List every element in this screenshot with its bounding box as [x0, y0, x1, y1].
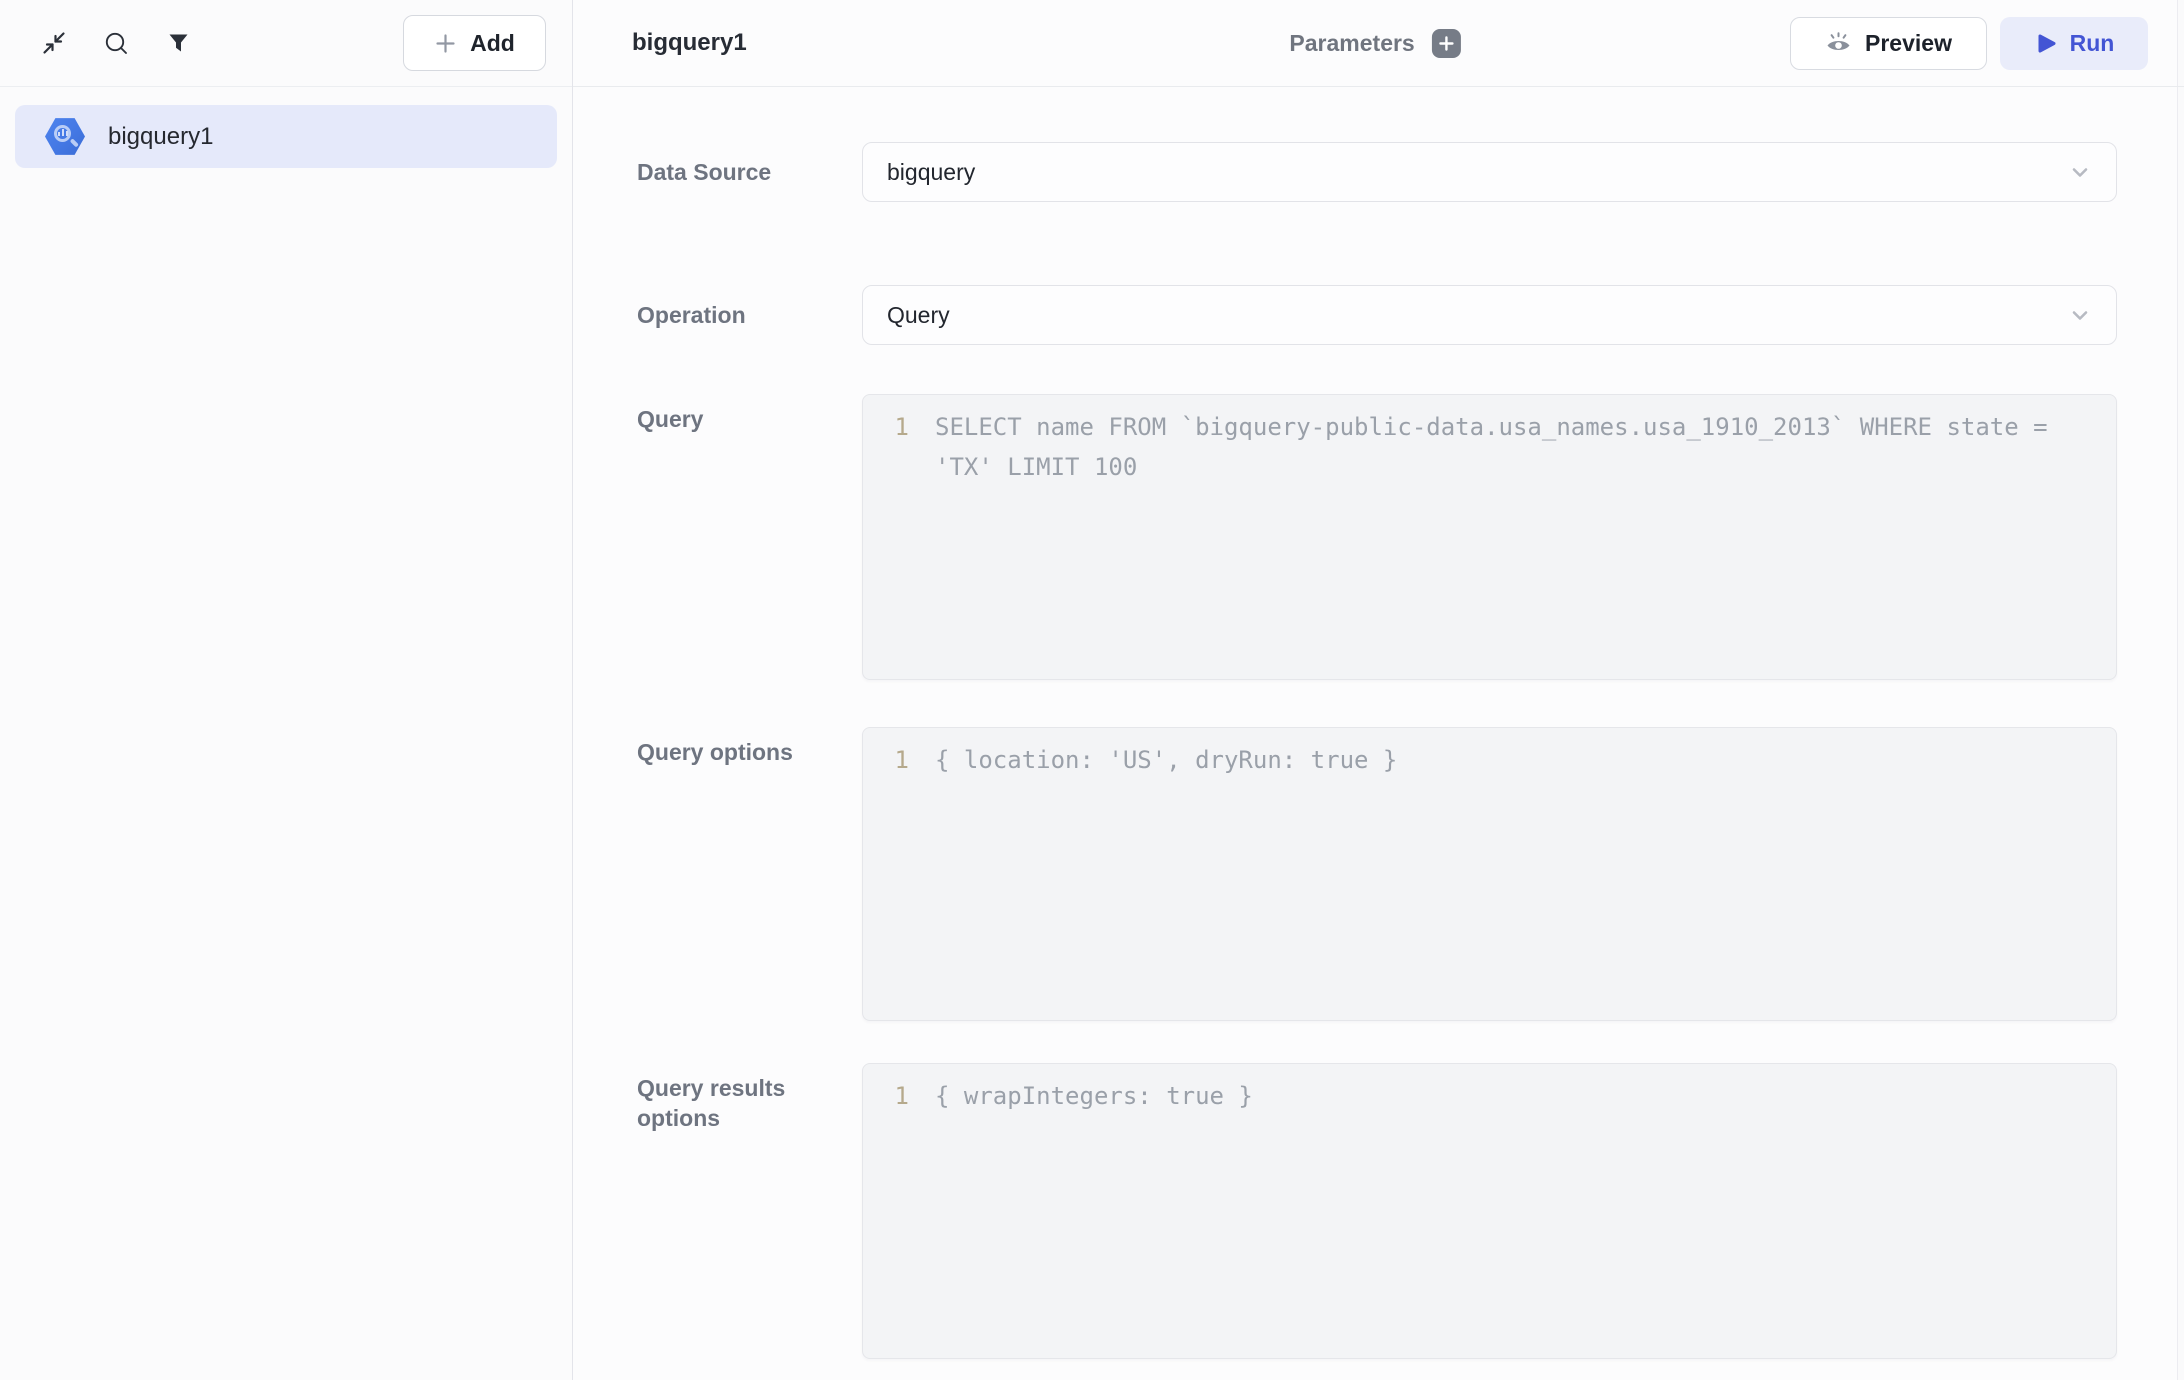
- bigquery-hexagon-magnifier-icon: [45, 117, 85, 156]
- eye-preview-icon: [1825, 30, 1852, 57]
- operation-label: Operation: [637, 300, 862, 330]
- plus-icon: [434, 32, 457, 55]
- query-results-options-label: Query results options: [637, 1063, 862, 1359]
- line-number: 1: [863, 740, 909, 780]
- query-editor-header: bigquery1 Parameters Preview: [573, 0, 2184, 87]
- plus-icon: [1438, 35, 1455, 52]
- query-placeholder: SELECT name FROM `bigquery-public-data.u…: [935, 407, 2092, 487]
- query-options-row: Query options 1 { location: 'US', dryRun…: [637, 727, 2117, 1021]
- query-label: Query: [637, 394, 862, 680]
- query-code-editor[interactable]: 1 SELECT name FROM `bigquery-public-data…: [862, 394, 2117, 680]
- query-list: bigquery1: [0, 87, 572, 186]
- line-number: 1: [863, 407, 909, 447]
- page-title: bigquery1: [632, 29, 747, 57]
- data-source-select[interactable]: bigquery: [862, 142, 2117, 202]
- query-row: Query 1 SELECT name FROM `bigquery-publi…: [637, 394, 2117, 680]
- play-icon: [2034, 32, 2057, 55]
- operation-select[interactable]: Query: [862, 285, 2117, 345]
- data-source-label: Data Source: [637, 157, 862, 187]
- search-icon[interactable]: [100, 27, 132, 59]
- operation-value: Query: [887, 302, 950, 329]
- operation-row: Operation Query: [637, 285, 2117, 345]
- line-number: 1: [863, 1076, 909, 1116]
- scroll-gutter: [2177, 0, 2184, 1380]
- run-button-label: Run: [2070, 30, 2115, 57]
- data-source-value: bigquery: [887, 159, 975, 186]
- query-config-form: Data Source bigquery Operation Query: [573, 87, 2184, 1359]
- query-options-placeholder: { location: 'US', dryRun: true }: [935, 740, 2092, 780]
- query-options-label: Query options: [637, 727, 862, 1021]
- collapse-panel-icon[interactable]: [38, 27, 70, 59]
- filter-icon[interactable]: [162, 27, 194, 59]
- chevron-down-icon: [2066, 301, 2094, 329]
- add-button-label: Add: [470, 30, 515, 57]
- header-actions: Preview Run: [1790, 17, 2148, 70]
- add-parameter-button[interactable]: [1432, 29, 1461, 58]
- query-results-options-placeholder: { wrapIntegers: true }: [935, 1076, 2092, 1116]
- preview-button-label: Preview: [1865, 30, 1952, 57]
- query-options-editor[interactable]: 1 { location: 'US', dryRun: true }: [862, 727, 2117, 1021]
- run-button[interactable]: Run: [2000, 17, 2148, 70]
- parameters-group: Parameters: [1289, 0, 1460, 87]
- query-results-options-editor[interactable]: 1 { wrapIntegers: true }: [862, 1063, 2117, 1359]
- sidebar-item-bigquery1[interactable]: bigquery1: [15, 105, 557, 168]
- query-sidebar: Add bigquery1: [0, 0, 573, 1380]
- parameters-label: Parameters: [1289, 30, 1414, 57]
- chevron-down-icon: [2066, 158, 2094, 186]
- sidebar-toolbar: Add: [0, 0, 572, 87]
- preview-button[interactable]: Preview: [1790, 17, 1987, 70]
- query-editor-panel: bigquery1 Parameters Preview: [573, 0, 2184, 1380]
- data-source-row: Data Source bigquery: [637, 142, 2117, 202]
- query-item-label: bigquery1: [108, 123, 213, 151]
- query-results-options-row: Query results options 1 { wrapIntegers: …: [637, 1063, 2117, 1359]
- add-query-button[interactable]: Add: [403, 15, 546, 71]
